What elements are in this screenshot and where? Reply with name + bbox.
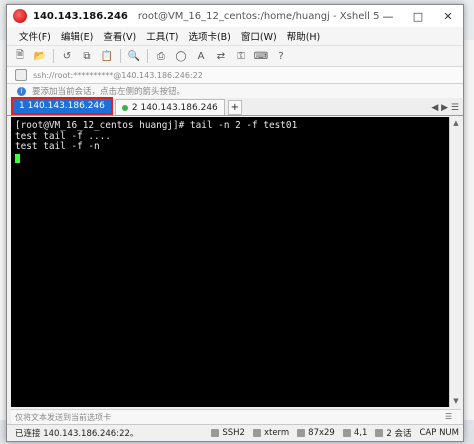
print-icon[interactable]: ⎙ [154,49,168,63]
help-icon[interactable]: ? [274,49,288,63]
term-label: xterm [263,428,290,438]
find-icon[interactable]: 🔍 [127,49,141,63]
status-keys: CAP NUM [420,428,460,438]
status-sessions: 2 会话 [375,427,412,439]
terminal-cursor [15,153,20,163]
status-size: 87x29 [297,428,335,438]
title-bar[interactable]: 140.143.186.246 root@VM_16_12_centos:/ho… [7,5,463,27]
connected-dot-icon [121,104,128,111]
paste-icon[interactable]: 📋 [100,49,114,63]
status-bar: 已连接 140.143.186.246:22。 SSH2 xterm 87x29… [7,424,463,441]
menu-bar: 文件(F) 编辑(E) 查看(V) 工具(T) 选项卡(B) 窗口(W) 帮助(… [7,27,463,46]
address-icon [15,69,27,81]
terminal-scrollbar[interactable]: ▲ ▼ [449,117,462,407]
protocol-label: SSH2 [222,428,245,438]
toolbar: 🗎 📂 ↺ ⧉ 📋 🔍 ⎙ ◯ A ⇄ ⚿ ⌨ ? [7,46,463,67]
menu-tools[interactable]: 工具(T) [141,29,183,43]
keys-label: CAP NUM [419,428,460,438]
menu-edit[interactable]: 编辑(E) [56,29,98,43]
window-controls: — □ ✕ [373,5,463,27]
title-ip: 140.143.186.246 [33,10,128,22]
scroll-down-icon[interactable]: ▼ [450,395,462,407]
status-position: 4,1 [342,428,368,438]
open-folder-icon[interactable]: 📂 [33,49,47,63]
toolbar-separator [120,49,121,63]
maximize-icon[interactable]: □ [403,5,433,27]
tab-navigation-icon[interactable]: ◀ ▶ ☰ [431,103,459,113]
close-icon[interactable]: ✕ [433,5,463,27]
scroll-up-icon[interactable]: ▲ [450,117,462,129]
menu-icon[interactable]: ☰ [445,412,455,422]
tab-bar: 1 140.143.186.246 2 140.143.186.246 + ◀ … [7,97,463,116]
terminal-line: [root@VM_16_12_centos huangj]# tail -n 2… [15,120,298,131]
address-bar: ssh://root:**********@140.143.186.246:22 [7,67,463,84]
menu-view[interactable]: 查看(V) [98,29,141,43]
tab-session-2[interactable]: 2 140.143.186.246 [114,99,225,115]
status-protocol: SSH2 [211,428,245,438]
terminal-output: [root@VM_16_12_centos huangj]# tail -n 2… [15,120,298,163]
lock-icon[interactable]: ⚿ [234,49,248,63]
sessions-icon [375,429,384,437]
compose-bar[interactable]: 仅将文本发送到当前选项卡 ☰ [11,409,461,424]
hint-text: 要添加当前会话，点击左侧的箭头按钮。 [32,87,186,97]
keyboard-icon[interactable]: ⌨ [254,49,268,63]
compose-placeholder: 仅将文本发送到当前选项卡 [15,412,111,422]
title-text: root@VM_16_12_centos:/home/huangj - Xshe… [137,10,380,22]
position-label: 4,1 [353,428,368,438]
menu-tabs[interactable]: 选项卡(B) [183,29,235,43]
size-icon [297,429,306,437]
globe-icon[interactable]: ◯ [174,49,188,63]
menu-help[interactable]: 帮助(H) [282,29,326,43]
toolbar-separator [147,49,148,63]
cursor-position-icon [342,429,351,437]
tab-label: 1 140.143.186.246 [19,101,105,111]
status-term: xterm [252,428,290,438]
tab-session-1[interactable]: 1 140.143.186.246 [11,97,113,115]
new-session-icon[interactable]: 🗎 [13,49,27,63]
address-text[interactable]: ssh://root:**********@140.143.186.246:22 [33,71,203,80]
terminal-line: test tail -f -n [15,141,100,152]
minimize-icon[interactable]: — [373,5,403,27]
tab-label: 2 140.143.186.246 [131,102,218,113]
menu-file[interactable]: 文件(F) [7,29,56,43]
terminal-icon [252,429,261,437]
info-icon: i [17,86,26,96]
size-label: 87x29 [308,428,335,438]
toolbar-separator [53,49,54,63]
new-tab-button[interactable]: + [227,100,242,115]
sessions-label: 2 会话 [386,429,412,439]
background-window-right-edge [463,40,474,420]
menu-window[interactable]: 窗口(W) [236,29,282,43]
xshell-logo-icon [13,9,27,23]
protocol-icon [211,429,220,437]
xshell-window: 140.143.186.246 root@VM_16_12_centos:/ho… [6,4,464,442]
terminal[interactable]: [root@VM_16_12_centos huangj]# tail -n 2… [11,117,449,407]
status-right: SSH2 xterm 87x29 4,1 2 会话 CAP NUM [203,425,459,441]
connection-status: 已连接 140.143.186.246:22。 [15,429,139,439]
font-icon[interactable]: A [194,49,208,63]
transfer-icon[interactable]: ⇄ [214,49,228,63]
copy-icon[interactable]: ⧉ [80,49,94,63]
reconnect-icon[interactable]: ↺ [60,49,74,63]
